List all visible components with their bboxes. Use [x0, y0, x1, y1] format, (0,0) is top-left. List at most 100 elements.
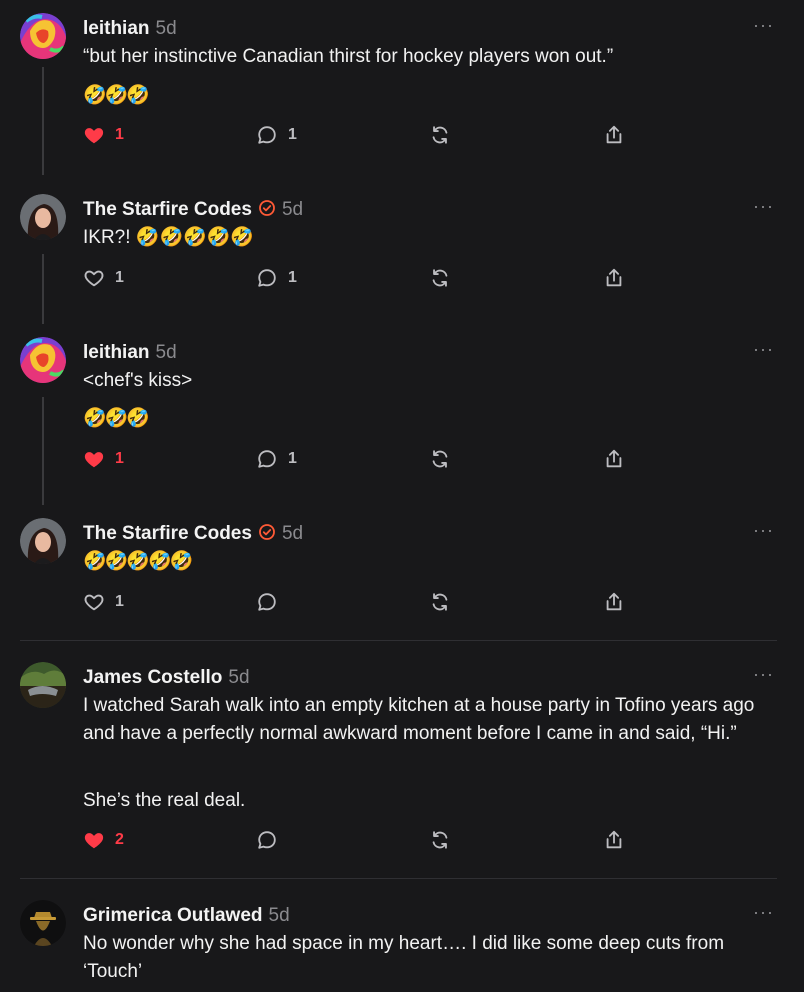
like-button[interactable]: 2: [83, 827, 124, 853]
leithian-avatar-image: [20, 13, 66, 59]
verified-badge-icon: [259, 524, 275, 540]
author-name[interactable]: The Starfire Codes: [83, 199, 252, 220]
share-icon: [606, 268, 622, 287]
post-time[interactable]: 5d: [156, 18, 177, 39]
like-count: 1: [115, 450, 124, 467]
repost-button[interactable]: [429, 265, 451, 291]
reply-bubble-icon: [258, 831, 276, 849]
share-icon: [606, 125, 622, 144]
post-actions: 1 1: [83, 265, 643, 291]
thread-line: [42, 397, 44, 505]
repost-icon: [432, 593, 448, 611]
repost-button[interactable]: [429, 827, 451, 853]
share-button[interactable]: [603, 446, 625, 472]
share-button[interactable]: [603, 122, 625, 148]
avatar[interactable]: [20, 518, 66, 564]
repost-icon: [432, 450, 448, 468]
post-header: James Costello 5d: [83, 666, 250, 690]
heart-filled-icon: [84, 452, 104, 468]
more-options-icon[interactable]: ···: [753, 521, 774, 539]
post-actions: 1: [83, 589, 643, 615]
post-text: No wonder why she had space in my heart……: [83, 933, 725, 982]
share-button[interactable]: [603, 589, 625, 615]
share-icon: [606, 830, 622, 849]
avatar[interactable]: [20, 900, 66, 946]
reply-bubble-icon: [258, 126, 276, 144]
post-time[interactable]: 5d: [156, 342, 177, 363]
post-header: The Starfire Codes 5d: [83, 522, 303, 546]
post-time[interactable]: 5d: [282, 199, 303, 220]
post-header: Grimerica Outlawed 5d: [83, 904, 290, 928]
reply-button[interactable]: [256, 589, 278, 615]
thread-line: [42, 67, 44, 175]
james-avatar-image: [20, 662, 66, 708]
post-text: IKR?! 🤣🤣🤣🤣🤣: [83, 227, 255, 248]
repost-button[interactable]: [429, 589, 451, 615]
more-options-icon[interactable]: ···: [753, 665, 774, 683]
post-actions: 1 1: [83, 122, 643, 148]
post-time[interactable]: 5d: [269, 905, 290, 926]
share-icon: [606, 449, 622, 468]
avatar[interactable]: [20, 194, 66, 240]
verified-badge-icon: [259, 200, 275, 216]
author-name[interactable]: leithian: [83, 18, 150, 39]
share-button[interactable]: [603, 265, 625, 291]
author-name[interactable]: The Starfire Codes: [83, 523, 252, 544]
post-header: The Starfire Codes 5d: [83, 198, 303, 222]
reply-button[interactable]: 1: [256, 446, 297, 472]
heart-outline-icon: [84, 270, 104, 287]
avatar[interactable]: [20, 662, 66, 708]
like-button[interactable]: 1: [83, 265, 124, 291]
reply-count: 1: [288, 269, 297, 286]
author-name[interactable]: leithian: [83, 342, 150, 363]
like-count: 1: [115, 126, 124, 143]
heart-filled-icon: [84, 128, 104, 144]
repost-icon: [432, 831, 448, 849]
divider: [20, 640, 777, 641]
reply-button[interactable]: [256, 827, 278, 853]
avatar[interactable]: [20, 337, 66, 383]
starfire-avatar-image: [20, 194, 66, 240]
reply-bubble-icon: [258, 269, 276, 287]
like-count: 2: [115, 831, 124, 848]
more-options-icon[interactable]: ···: [753, 16, 774, 34]
reply-count: 1: [288, 126, 297, 143]
author-name[interactable]: James Costello: [83, 667, 222, 688]
like-count: 1: [115, 593, 124, 610]
avatar[interactable]: [20, 13, 66, 59]
like-button[interactable]: 1: [83, 589, 124, 615]
reply-button[interactable]: 1: [256, 122, 297, 148]
repost-icon: [432, 269, 448, 287]
post-text: I watched Sarah walk into an empty kitch…: [83, 695, 755, 744]
reply-bubble-icon: [258, 593, 276, 611]
share-button[interactable]: [603, 827, 625, 853]
reply-bubble-icon: [258, 450, 276, 468]
heart-filled-icon: [84, 833, 104, 849]
post-text: “but her instinctive Canadian thirst for…: [83, 46, 614, 67]
post-time[interactable]: 5d: [228, 667, 249, 688]
repost-icon: [432, 126, 448, 144]
repost-button[interactable]: [429, 122, 451, 148]
post-emoji: 🤣🤣🤣: [83, 85, 150, 106]
like-count: 1: [115, 269, 124, 286]
post-header: leithian 5d: [83, 17, 177, 41]
like-button[interactable]: 1: [83, 122, 124, 148]
divider: [20, 878, 777, 879]
like-button[interactable]: 1: [83, 446, 124, 472]
heart-outline-icon: [84, 594, 104, 611]
thread-line: [42, 254, 44, 324]
more-options-icon[interactable]: ···: [753, 340, 774, 358]
repost-button[interactable]: [429, 446, 451, 472]
more-options-icon[interactable]: ···: [753, 903, 774, 921]
reply-count: 1: [288, 450, 297, 467]
post-time[interactable]: 5d: [282, 523, 303, 544]
author-name[interactable]: Grimerica Outlawed: [83, 905, 263, 926]
more-options-icon[interactable]: ···: [753, 197, 774, 215]
starfire-avatar-image: [20, 518, 66, 564]
post-actions: 2: [83, 827, 643, 853]
post-emoji: 🤣🤣🤣: [83, 408, 150, 429]
post-emoji: 🤣🤣🤣🤣🤣: [83, 551, 193, 572]
reply-button[interactable]: 1: [256, 265, 297, 291]
grimerica-avatar-image: [20, 900, 66, 946]
post-header: leithian 5d: [83, 341, 177, 365]
